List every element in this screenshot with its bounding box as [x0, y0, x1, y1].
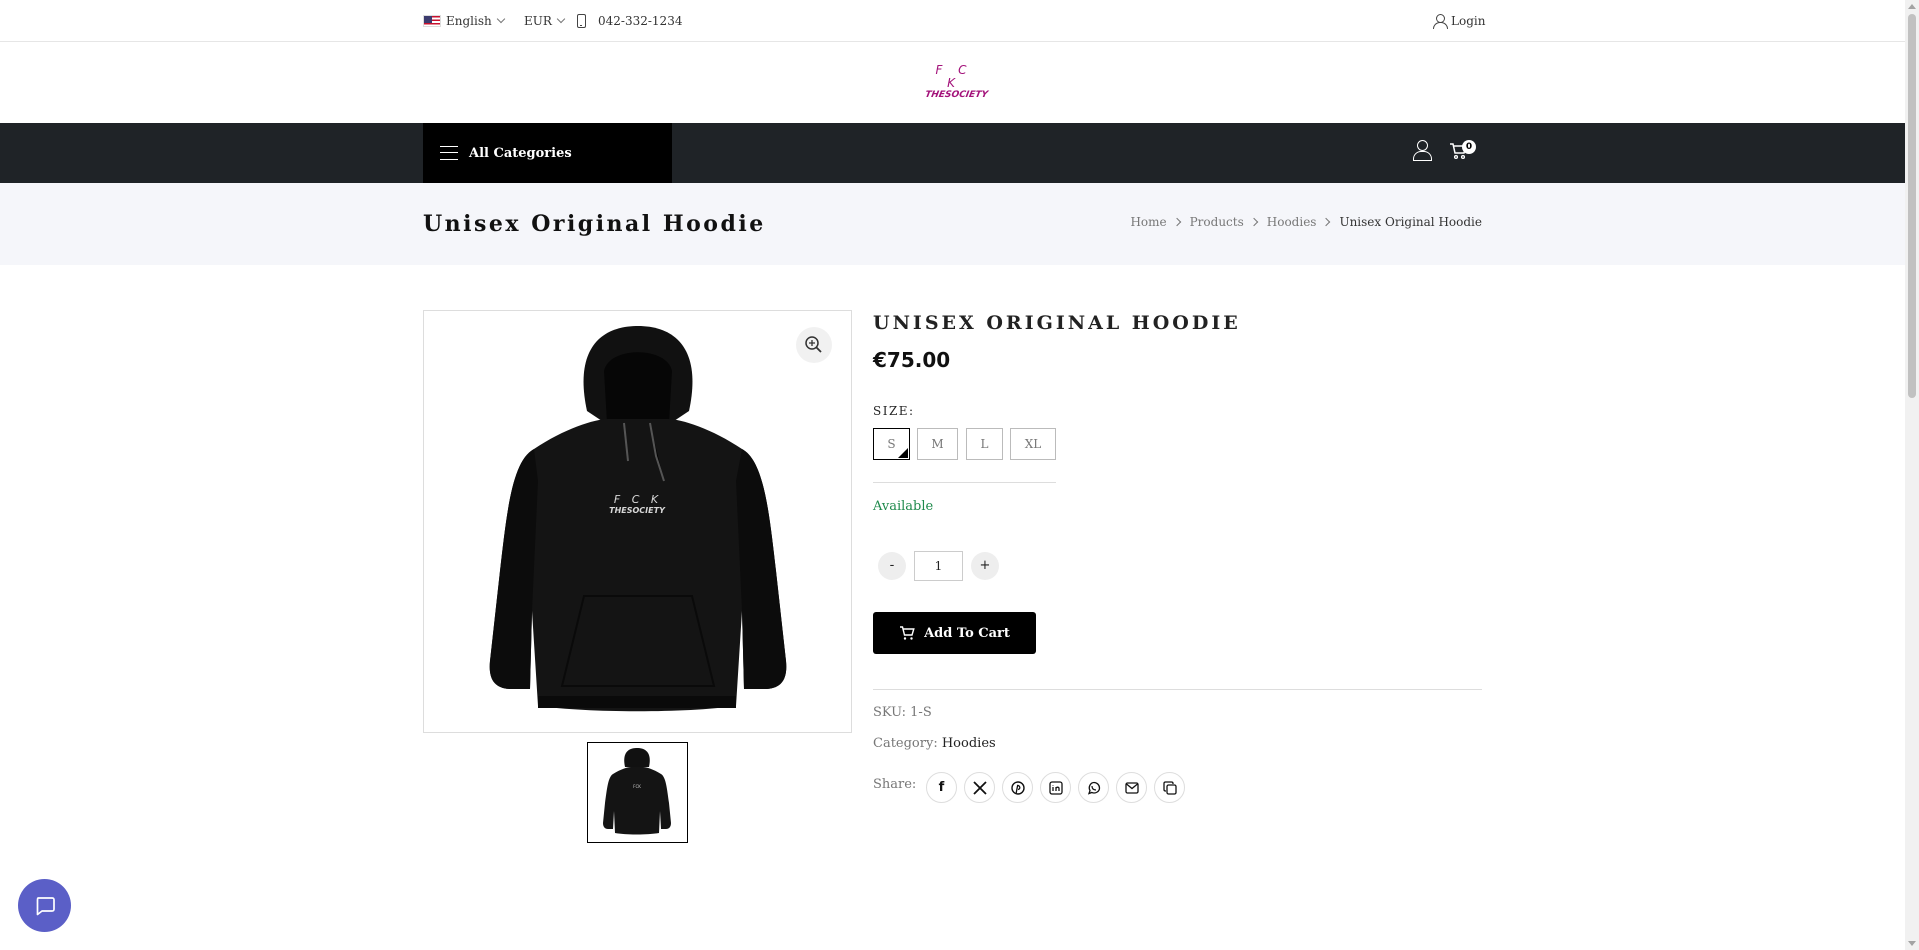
product-thumbnail[interactable]: FCK [587, 742, 688, 843]
mail-icon [1124, 781, 1139, 794]
share-pinterest-button[interactable] [1002, 772, 1033, 803]
currency-selector[interactable]: EUR [524, 0, 566, 42]
all-categories-button[interactable]: All Categories [423, 123, 672, 183]
top-bar: English EUR 042-332-1234 Login [0, 0, 1905, 42]
pinterest-icon [1010, 780, 1025, 795]
currency-label: EUR [524, 14, 552, 28]
size-option-l[interactable]: L [966, 428, 1003, 460]
linkedin-icon [1048, 780, 1063, 795]
copy-icon [1162, 780, 1177, 795]
availability-status: Available [873, 499, 934, 514]
svg-text:FCK: FCK [633, 784, 641, 789]
scroll-down-icon[interactable] [1908, 941, 1916, 946]
size-option-m[interactable]: M [917, 428, 958, 460]
breadcrumb-current: Unisex Original Hoodie [1339, 215, 1482, 229]
chevron-down-icon [556, 14, 566, 24]
page-title: Unisex Original Hoodie [423, 211, 766, 237]
chevron-down-icon [496, 14, 505, 24]
chat-button[interactable] [18, 879, 71, 932]
product-price: €75.00 [873, 348, 951, 372]
chevron-right-icon [1322, 217, 1331, 227]
user-icon [1433, 14, 1448, 29]
share-linkedin-button[interactable] [1040, 772, 1071, 803]
size-label: SIZE: [873, 404, 915, 418]
breadcrumb: Home Products Hoodies Unisex Original Ho… [1130, 215, 1482, 229]
zoom-in-icon [805, 336, 822, 353]
share-label: Share: [873, 777, 917, 792]
phone-icon [577, 14, 586, 28]
copy-link-button[interactable] [1154, 772, 1185, 803]
share-facebook-button[interactable]: f [926, 772, 957, 803]
quantity-input[interactable]: 1 [914, 551, 963, 581]
account-icon[interactable] [1413, 140, 1432, 161]
add-to-cart-label: Add To Cart [924, 625, 1010, 641]
x-icon [972, 780, 987, 795]
login-label: Login [1451, 14, 1486, 28]
quantity-decrease-button[interactable]: - [878, 552, 906, 580]
hoodie-thumbnail-image: FCK [603, 748, 671, 835]
product-sku: SKU: 1-S [873, 705, 932, 720]
hoodie-image: F C K THESOCIETY [489, 326, 787, 712]
divider [873, 689, 1482, 690]
all-categories-label: All Categories [469, 145, 572, 161]
add-to-cart-button[interactable]: Add To Cart [873, 612, 1036, 654]
zoom-button[interactable] [796, 327, 832, 363]
logo-line-1: F C K [935, 63, 973, 90]
cart-icon [900, 625, 915, 640]
category-label: Category: [873, 736, 938, 751]
breadcrumb-home[interactable]: Home [1130, 215, 1166, 229]
page-header: Unisex Original Hoodie Home Products Hoo… [0, 183, 1905, 265]
breadcrumb-products[interactable]: Products [1190, 215, 1244, 229]
main-nav: All Categories [0, 123, 1905, 183]
us-flag-icon [423, 15, 441, 27]
cart-count-badge: 0 [1462, 140, 1476, 154]
product-image[interactable]: F C K THESOCIETY [423, 310, 852, 733]
phone-number: 042-332-1234 [598, 14, 683, 28]
language-label: English [446, 14, 492, 28]
divider [873, 482, 1056, 483]
product-name: UNISEX ORIGINAL HOODIE [873, 312, 1241, 334]
whatsapp-icon [1087, 781, 1100, 795]
share-email-button[interactable] [1116, 772, 1147, 803]
product-category: Category: Hoodies [873, 736, 996, 751]
scroll-up-icon[interactable] [1908, 4, 1916, 9]
language-selector[interactable]: English [423, 0, 505, 42]
site-logo[interactable]: F C K THESOCIETY [924, 63, 989, 101]
share-whatsapp-button[interactable] [1078, 772, 1109, 803]
chevron-right-icon [1172, 217, 1181, 227]
svg-text:F C K: F C K [614, 493, 662, 506]
phone-contact[interactable]: 042-332-1234 [577, 0, 682, 42]
login-link[interactable]: Login [1433, 0, 1485, 42]
page-scrollbar[interactable] [1905, 0, 1919, 950]
logo-row: F C K THESOCIETY [0, 42, 1905, 123]
logo-line-2: THESOCIETY [924, 90, 989, 100]
facebook-icon: f [938, 780, 945, 795]
scrollbar-thumb[interactable] [1908, 14, 1916, 398]
svg-text:THESOCIETY: THESOCIETY [609, 506, 666, 515]
size-option-s[interactable]: S [873, 428, 910, 460]
chevron-right-icon [1249, 217, 1259, 227]
menu-icon [440, 146, 458, 160]
size-option-xl[interactable]: XL [1010, 428, 1056, 460]
chat-icon [36, 896, 55, 915]
breadcrumb-hoodies[interactable]: Hoodies [1267, 215, 1317, 229]
quantity-increase-button[interactable]: + [971, 552, 999, 580]
share-x-button[interactable] [964, 772, 995, 803]
category-link[interactable]: Hoodies [942, 736, 996, 751]
